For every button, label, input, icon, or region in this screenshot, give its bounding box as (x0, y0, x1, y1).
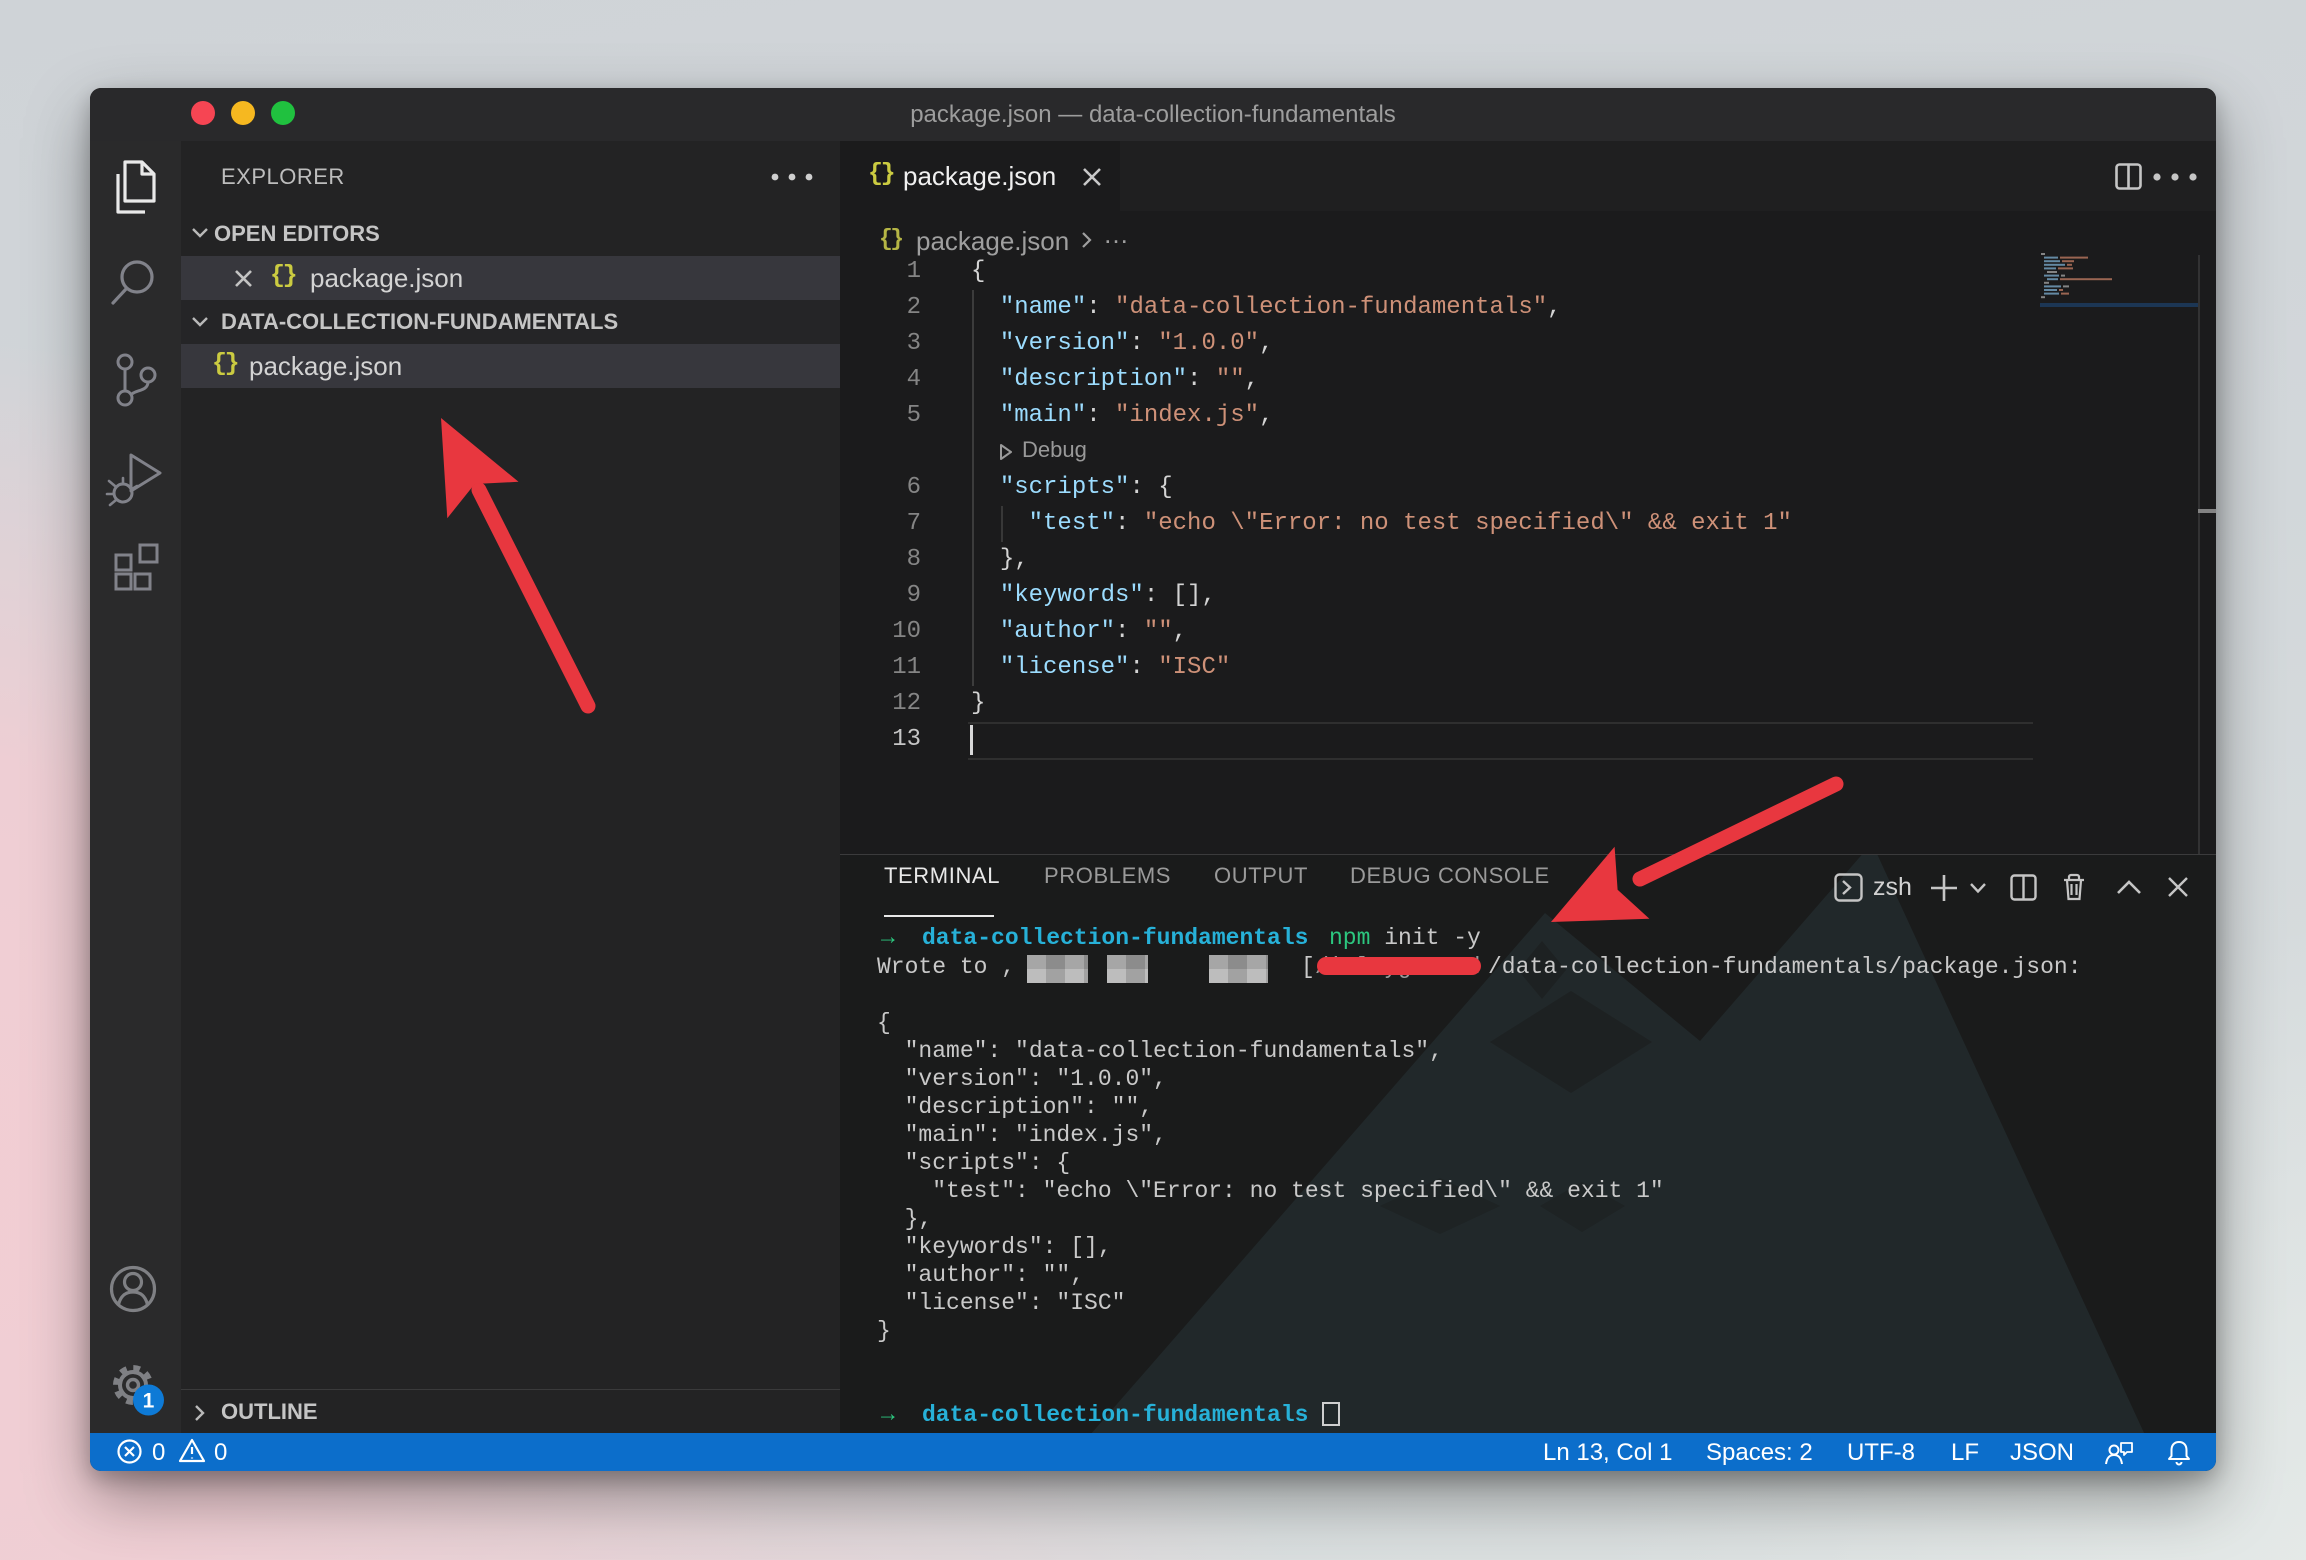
svg-text:1: 1 (143, 1390, 155, 1413)
